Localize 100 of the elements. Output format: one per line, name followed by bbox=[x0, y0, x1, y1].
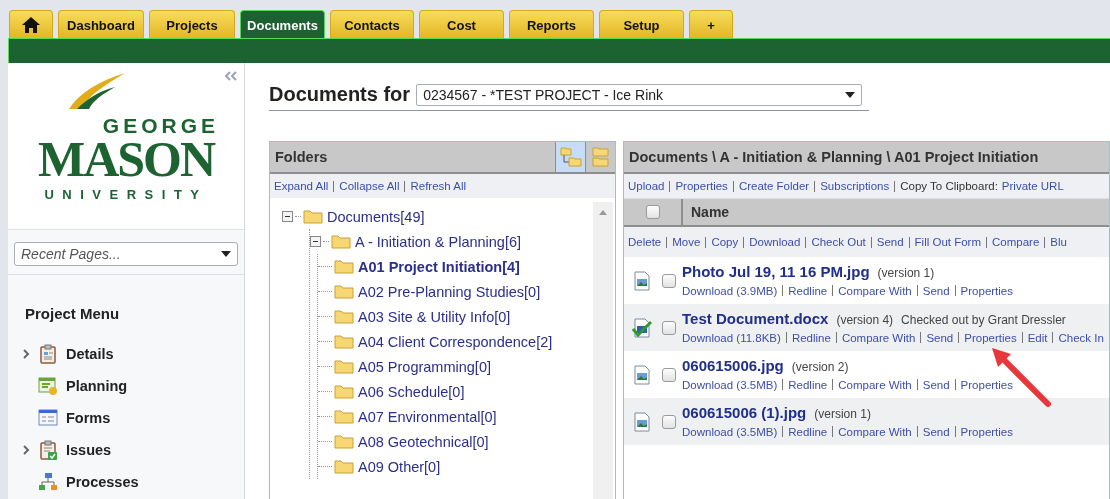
action-link[interactable]: Redline bbox=[788, 425, 828, 438]
row-checkbox[interactable] bbox=[662, 367, 676, 382]
action-link[interactable]: Compare bbox=[992, 236, 1040, 248]
home-tab[interactable] bbox=[9, 10, 53, 39]
folder-label[interactable]: Documents[49] bbox=[327, 208, 425, 225]
project-select[interactable]: 0234567 - *TEST PROJECT - Ice Rink bbox=[416, 83, 863, 106]
folder-label[interactable]: A - Initiation & Planning[6] bbox=[355, 233, 522, 250]
folder-label[interactable]: A01 Project Initiation[4] bbox=[358, 258, 520, 275]
action-link[interactable]: Compare With bbox=[838, 284, 912, 297]
row-checkbox[interactable] bbox=[662, 273, 676, 288]
action-link[interactable]: Expand All bbox=[274, 180, 329, 192]
file-name[interactable]: Photo Jul 19, 11 16 PM.jpg bbox=[682, 262, 870, 280]
file-version: (version 1) bbox=[814, 406, 871, 421]
folder-icon bbox=[334, 309, 354, 324]
menu-title: Project Menu bbox=[25, 305, 121, 322]
private-url-link[interactable]: Private URL bbox=[1001, 180, 1064, 192]
folder-label[interactable]: A05 Programming[0] bbox=[358, 358, 491, 375]
action-link[interactable]: Download bbox=[749, 236, 801, 248]
nav-tab[interactable]: Contacts bbox=[330, 10, 414, 39]
action-link[interactable]: Copy bbox=[711, 236, 739, 248]
recent-pages-select[interactable]: Recent Pages... bbox=[14, 242, 238, 266]
action-link[interactable]: Download (3.5MB) bbox=[682, 378, 778, 391]
page-title: Documents for bbox=[269, 83, 411, 106]
action-link[interactable]: Download (3.5MB) bbox=[682, 425, 778, 438]
action-link[interactable]: Compare With bbox=[838, 425, 912, 438]
panel-title: Folders bbox=[275, 149, 329, 165]
image-file-icon bbox=[632, 270, 652, 291]
action-link[interactable]: Properties bbox=[960, 425, 1013, 438]
action-link[interactable]: Subscriptions bbox=[820, 180, 890, 192]
file-name[interactable]: 060615006.jpg bbox=[682, 356, 784, 374]
action-link[interactable]: Redline bbox=[788, 378, 828, 391]
action-link[interactable]: Collapse All bbox=[339, 180, 400, 192]
action-link[interactable]: Properties bbox=[960, 378, 1013, 391]
folder-icon bbox=[334, 384, 354, 399]
folder-icon bbox=[334, 259, 354, 274]
select-all-checkbox[interactable] bbox=[645, 205, 660, 219]
nav-tab[interactable]: Dashboard bbox=[58, 10, 144, 39]
tree-view-button[interactable] bbox=[555, 142, 585, 172]
action-link[interactable]: Send bbox=[876, 236, 904, 248]
nav-tab[interactable]: Reports bbox=[509, 10, 594, 39]
image-file-icon bbox=[632, 364, 652, 385]
file-version: (version 4) bbox=[836, 312, 894, 327]
column-header[interactable]: Name bbox=[691, 204, 730, 220]
row-checkbox[interactable] bbox=[662, 320, 676, 335]
action-link[interactable]: Upload bbox=[628, 180, 665, 192]
scrollbar[interactable] bbox=[593, 202, 613, 499]
nav-tab[interactable]: Setup bbox=[599, 10, 684, 39]
menu-item[interactable]: Details bbox=[66, 346, 114, 362]
collapse-toggle[interactable] bbox=[310, 236, 321, 247]
action-link[interactable]: Create Folder bbox=[738, 180, 810, 192]
action-link[interactable]: Compare With bbox=[838, 378, 912, 391]
menu-item[interactable]: Planning bbox=[66, 378, 128, 394]
menu-item[interactable]: Forms bbox=[66, 410, 111, 426]
action-link[interactable]: Properties bbox=[964, 331, 1017, 344]
row-checkbox[interactable] bbox=[662, 414, 676, 429]
logo-text: GEORGE bbox=[102, 115, 219, 137]
caret-icon bbox=[845, 91, 856, 98]
action-link[interactable]: Send bbox=[922, 425, 950, 438]
folder-label[interactable]: A09 Other[0] bbox=[358, 458, 441, 475]
chevron-icon[interactable] bbox=[22, 349, 30, 359]
action-link[interactable]: Properties bbox=[675, 180, 728, 192]
action-link[interactable]: Redline bbox=[791, 331, 831, 344]
menu-item[interactable]: Processes bbox=[66, 474, 139, 490]
folder-icon bbox=[331, 234, 351, 249]
file-name[interactable]: Test Document.docx bbox=[682, 309, 829, 327]
menu-item[interactable]: Issues bbox=[66, 442, 112, 458]
image-file-icon bbox=[632, 411, 652, 432]
home-icon bbox=[22, 17, 40, 33]
file-name[interactable]: 060615006 (1).jpg bbox=[682, 403, 807, 421]
action-link[interactable]: Refresh All bbox=[410, 180, 467, 192]
collapse-toggle[interactable] bbox=[282, 211, 293, 222]
action-link[interactable]: Edit bbox=[1027, 331, 1048, 344]
action-link[interactable]: Download (11.8KB) bbox=[682, 331, 781, 344]
action-link[interactable]: Compare With bbox=[841, 331, 916, 344]
action-link[interactable]: Check In bbox=[1058, 331, 1104, 344]
caret-icon bbox=[221, 251, 231, 257]
nav-tab[interactable]: Cost bbox=[419, 10, 504, 39]
action-link[interactable]: Download (3.9MB) bbox=[682, 284, 778, 297]
folder-label[interactable]: A07 Environmental[0] bbox=[358, 408, 497, 425]
scroll-up-icon[interactable] bbox=[599, 210, 607, 215]
folder-label[interactable]: A08 Geotechnical[0] bbox=[358, 433, 489, 450]
action-link[interactable]: Redline bbox=[788, 284, 828, 297]
action-link[interactable]: Check Out bbox=[811, 236, 866, 248]
folder-label[interactable]: A04 Client Correspondence[2] bbox=[358, 333, 553, 350]
action-link[interactable]: Send bbox=[922, 378, 950, 391]
nav-tab[interactable]: + bbox=[689, 10, 733, 39]
nav-tab[interactable]: Projects bbox=[149, 10, 235, 39]
action-link[interactable]: Send bbox=[922, 284, 950, 297]
action-link[interactable]: Delete bbox=[628, 236, 662, 248]
folder-label[interactable]: A06 Schedule[0] bbox=[358, 383, 465, 400]
action-link[interactable]: Move bbox=[672, 236, 701, 248]
action-link[interactable]: Blu bbox=[1050, 236, 1067, 248]
action-link[interactable]: Fill Out Form bbox=[914, 236, 982, 248]
action-link[interactable]: Properties bbox=[960, 284, 1013, 297]
chevron-icon[interactable] bbox=[22, 445, 30, 455]
file-version: (version 2) bbox=[791, 359, 849, 374]
nav-tab[interactable]: Documents bbox=[240, 10, 325, 39]
folder-label[interactable]: A02 Pre-Planning Studies[0] bbox=[358, 283, 541, 300]
action-link[interactable]: Send bbox=[926, 331, 954, 344]
folder-label[interactable]: A03 Site & Utility Info[0] bbox=[358, 308, 511, 325]
